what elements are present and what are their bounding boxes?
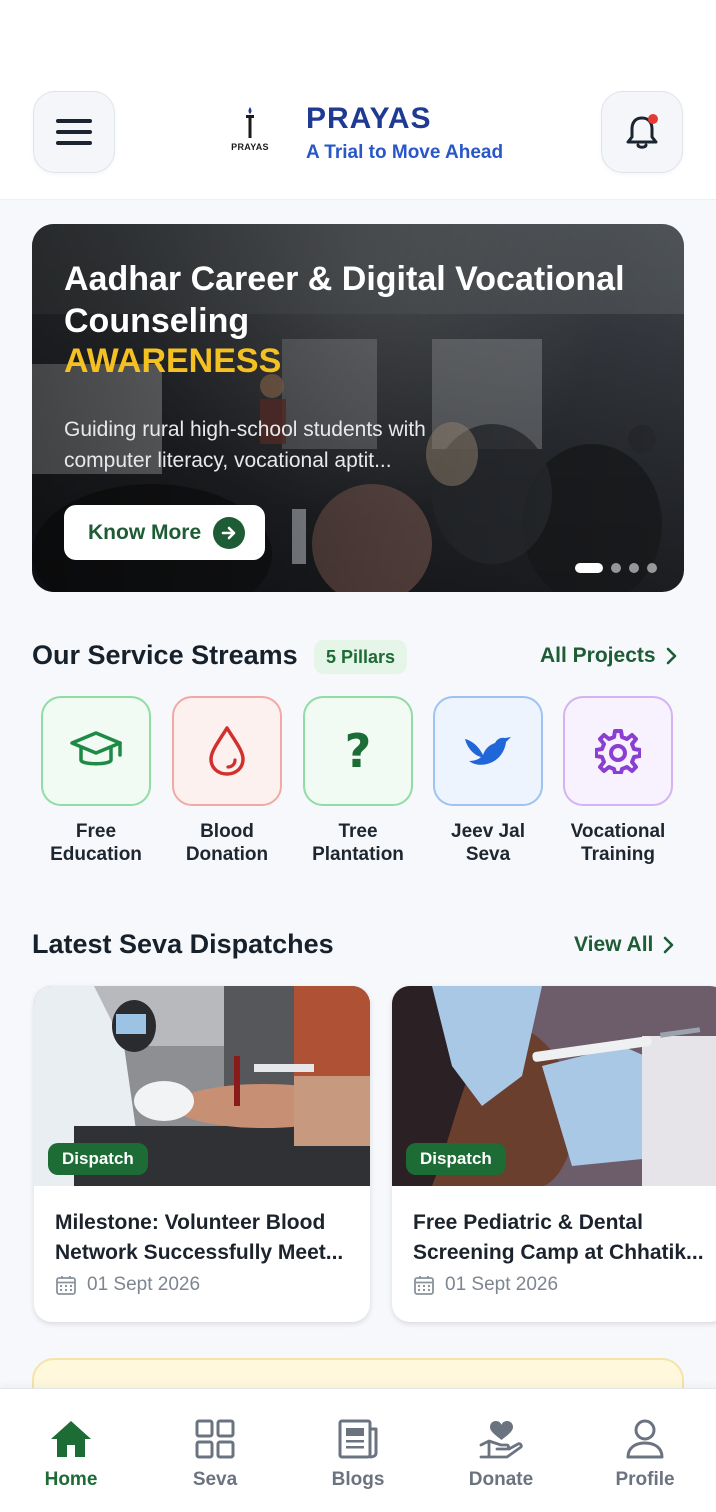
blogs-icon: [338, 1419, 378, 1459]
logo-text: PRAYAS: [231, 142, 269, 152]
dispatch-badge: Dispatch: [406, 1143, 506, 1175]
stream-label: Vocational Training: [570, 821, 666, 865]
nav-label: Donate: [468, 1469, 534, 1490]
bird-icon: [465, 737, 511, 765]
stream-label: Jeev Jal Seva: [451, 821, 525, 865]
nav-label: Home: [44, 1469, 98, 1490]
stream-jeev-jal-seva[interactable]: Jeev Jal Seva: [423, 696, 553, 866]
dispatch-date: 01 Sept 2026: [413, 1274, 558, 1296]
carousel-dot[interactable]: [611, 563, 621, 573]
calendar-icon: [56, 1276, 76, 1295]
brand-logo: PRAYAS: [222, 106, 278, 158]
stream-free-education[interactable]: Free Education: [31, 696, 161, 866]
grid-icon: [195, 1419, 235, 1459]
notification-dot: [648, 114, 658, 124]
nav-profile[interactable]: Profile: [590, 1419, 700, 1491]
stream-tree-plantation[interactable]: ? Tree Plantation: [293, 696, 423, 866]
hero-accent: AWARENESS: [64, 342, 282, 380]
stream-label: Blood Donation: [185, 821, 269, 865]
blood-drop-icon: [209, 726, 245, 776]
all-projects-link[interactable]: All Projects: [540, 644, 678, 668]
carousel-dot[interactable]: [647, 563, 657, 573]
service-streams-heading: Our Service Streams: [32, 640, 298, 670]
dispatch-title: Free Pediatric & Dental Screening Camp a…: [413, 1211, 704, 1264]
arrow-right-icon: [213, 516, 246, 549]
dispatch-date-text: 01 Sept 2026: [445, 1274, 559, 1295]
nav-label: Blogs: [331, 1469, 385, 1490]
gear-icon: [595, 729, 641, 774]
hero-description: Guiding rural high-school students with …: [64, 418, 426, 472]
view-all-label: View All: [574, 933, 654, 956]
nav-label: Seva: [192, 1469, 238, 1490]
carousel-indicator: [575, 563, 657, 573]
dispatches-heading: Latest Seva Dispatches: [32, 929, 334, 959]
hero-carousel[interactable]: Aadhar Career & Digital Vocational Couns…: [32, 224, 684, 592]
app-header: PRAYAS PRAYAS A Trial to Move Ahead: [0, 84, 716, 200]
chevron-right-icon: [664, 936, 674, 954]
question-icon: ?: [344, 724, 372, 778]
calendar-icon: [414, 1276, 434, 1295]
dispatch-date-text: 01 Sept 2026: [87, 1274, 201, 1295]
pillars-badge: 5 Pillars: [314, 640, 408, 674]
know-more-button[interactable]: Know More: [64, 505, 265, 560]
menu-button[interactable]: [33, 91, 115, 173]
bell-icon: [626, 114, 658, 149]
hero-title: Aadhar Career & Digital Vocational Couns…: [64, 260, 625, 340]
app-title: PRAYAS: [306, 102, 432, 135]
bottom-navigation: Home Seva Blogs Donate Profile: [0, 1388, 716, 1512]
nav-donate[interactable]: Donate: [446, 1419, 556, 1491]
all-projects-label: All Projects: [540, 644, 656, 667]
carousel-dot[interactable]: [629, 563, 639, 573]
app-tagline: A Trial to Move Ahead: [306, 142, 504, 163]
dispatch-date: 01 Sept 2026: [55, 1274, 200, 1296]
nav-blogs[interactable]: Blogs: [303, 1419, 413, 1491]
dispatch-card[interactable]: Dispatch Milestone: Volunteer Blood Netw…: [34, 986, 370, 1322]
torch-icon: [246, 107, 254, 138]
stream-blood-donation[interactable]: Blood Donation: [162, 696, 292, 866]
donate-icon: [479, 1421, 523, 1459]
dispatch-card[interactable]: Dispatch Free Pediatric & Dental Screeni…: [392, 986, 716, 1322]
chevron-right-icon: [666, 647, 676, 665]
dispatch-title: Milestone: Volunteer Blood Network Succe…: [55, 1211, 344, 1264]
stream-label: Free Education: [50, 821, 142, 865]
profile-icon: [626, 1419, 664, 1459]
know-more-label: Know More: [88, 520, 202, 544]
carousel-dot[interactable]: [575, 563, 603, 573]
graduation-cap-icon: [70, 731, 122, 766]
home-icon: [51, 1421, 91, 1457]
nav-home[interactable]: Home: [16, 1419, 126, 1491]
stream-vocational-training[interactable]: Vocational Training: [553, 696, 683, 866]
hamburger-icon: [56, 119, 92, 145]
nav-seva[interactable]: Seva: [160, 1419, 270, 1491]
nav-label: Profile: [615, 1469, 675, 1490]
stream-label: Tree Plantation: [312, 821, 404, 865]
notifications-button[interactable]: [601, 91, 683, 173]
status-bar-area: [0, 0, 716, 84]
dispatch-badge: Dispatch: [48, 1143, 148, 1175]
view-all-link[interactable]: View All: [574, 933, 675, 957]
